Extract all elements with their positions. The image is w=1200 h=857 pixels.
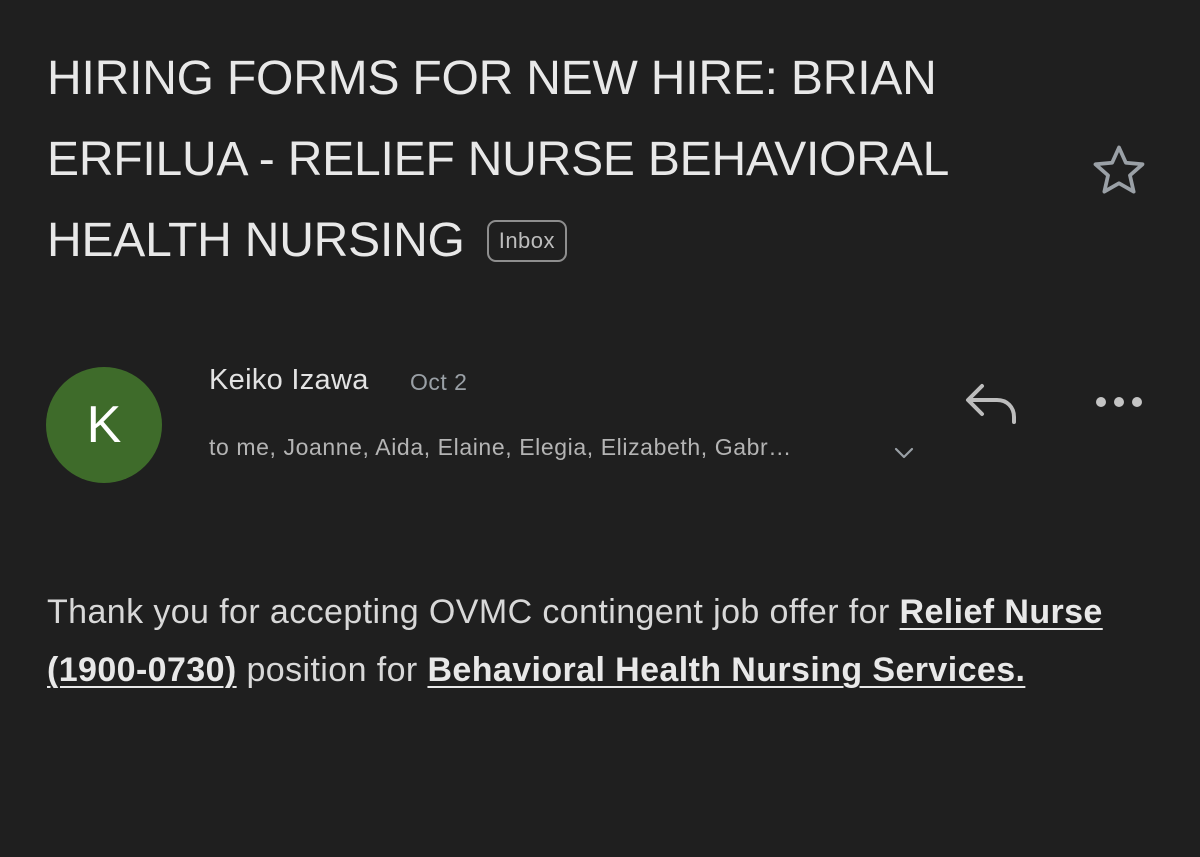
email-body: Thank you for accepting OVMC contingent … — [47, 583, 1157, 699]
body-text-1: Thank you for accepting OVMC contingent … — [47, 593, 900, 631]
sender-avatar[interactable]: K — [46, 367, 162, 483]
department-link[interactable]: Behavioral Health Nursing Services. — [427, 651, 1025, 689]
sender-name[interactable]: Keiko Izawa — [209, 364, 369, 397]
body-text-2: position for — [236, 651, 428, 689]
recipients-list[interactable]: to me, Joanne, Aida, Elaine, Elegia, Eli… — [209, 434, 792, 461]
reply-icon[interactable] — [962, 378, 1022, 428]
chevron-down-icon[interactable] — [893, 445, 915, 461]
email-date: Oct 2 — [410, 369, 468, 395]
more-options-icon[interactable] — [1093, 390, 1145, 414]
email-subject: HIRING FORMS FOR NEW HIRE: BRIAN ERFILUA… — [47, 38, 1037, 281]
avatar-initial: K — [86, 396, 122, 454]
inbox-label-badge[interactable]: Inbox — [486, 220, 568, 262]
star-icon[interactable] — [1089, 141, 1149, 201]
